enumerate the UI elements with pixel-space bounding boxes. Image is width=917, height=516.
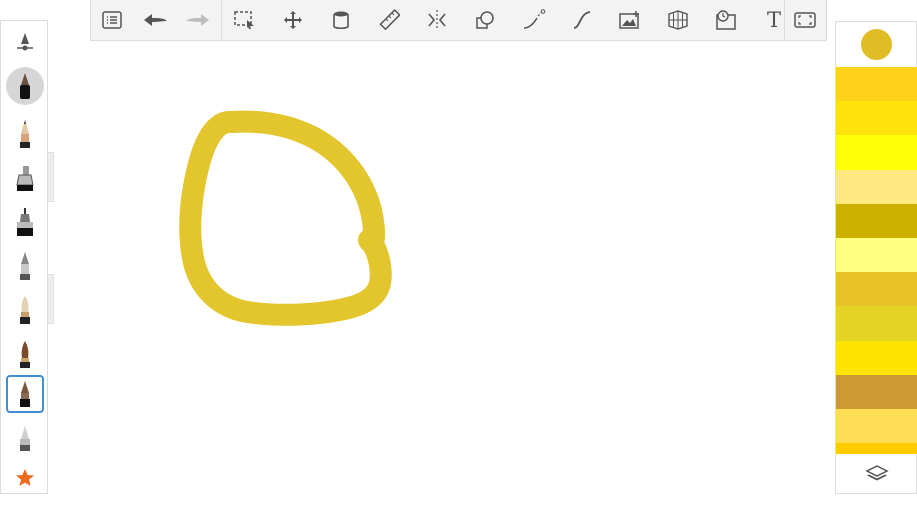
time-lapse-icon[interactable] [709, 0, 743, 40]
brush-panel-tab-upper[interactable] [48, 152, 54, 202]
color-swatch[interactable] [836, 237, 917, 273]
fountain-pen-brush[interactable] [6, 291, 44, 329]
favorites-star-icon[interactable] [6, 459, 44, 497]
fill-bucket-icon[interactable] [324, 0, 358, 40]
shapes-icon[interactable] [468, 0, 502, 40]
color-swatch-list [836, 67, 917, 454]
transform-icon[interactable] [276, 0, 310, 40]
color-swatch[interactable] [836, 340, 917, 375]
inking-pen-brush[interactable] [6, 67, 44, 105]
color-swatch[interactable] [836, 101, 917, 136]
list-menu-icon[interactable] [95, 0, 129, 40]
paintbrush-brush[interactable] [6, 335, 44, 373]
color-swatch[interactable] [836, 374, 917, 409]
color-swatch[interactable] [836, 135, 917, 170]
text-icon[interactable]: T [757, 0, 791, 40]
symmetry-icon[interactable] [420, 0, 454, 40]
drawing-canvas[interactable] [0, 0, 917, 516]
brush-palette [0, 20, 48, 494]
layers-icon[interactable] [836, 454, 917, 494]
fullscreen-icon[interactable] [788, 0, 822, 40]
predictive-stroke-icon[interactable] [517, 0, 551, 40]
undo-icon[interactable] [138, 0, 172, 40]
ruler-icon[interactable] [372, 0, 406, 40]
airbrush-brush[interactable] [6, 375, 44, 413]
color-swatch[interactable] [836, 272, 917, 307]
technical-pen-brush[interactable] [6, 203, 44, 241]
redo-icon[interactable] [181, 0, 215, 40]
selection-icon[interactable] [228, 0, 262, 40]
eraser-brush[interactable] [6, 419, 44, 457]
curve-icon[interactable] [565, 0, 599, 40]
color-swatch[interactable] [836, 203, 917, 238]
pencil-brush[interactable] [6, 115, 44, 153]
add-image-icon[interactable] [613, 0, 647, 40]
color-palette [835, 21, 917, 494]
color-swatch[interactable] [836, 306, 917, 341]
sketchbook-app: T [0, 0, 917, 516]
marker-brush[interactable] [6, 159, 44, 197]
brush-properties-icon[interactable] [6, 23, 44, 61]
color-swatch[interactable] [836, 169, 917, 204]
current-color-swatch[interactable] [861, 29, 892, 60]
color-swatch[interactable] [836, 67, 917, 102]
color-swatch[interactable] [836, 408, 917, 444]
perspective-grid-icon[interactable] [661, 0, 695, 40]
brush-panel-tab-lower[interactable] [48, 274, 54, 324]
color-swatch[interactable] [836, 443, 917, 454]
yellow-stroke [179, 110, 392, 326]
top-toolbar: T [90, 0, 827, 41]
ballpoint-brush[interactable] [6, 247, 44, 285]
